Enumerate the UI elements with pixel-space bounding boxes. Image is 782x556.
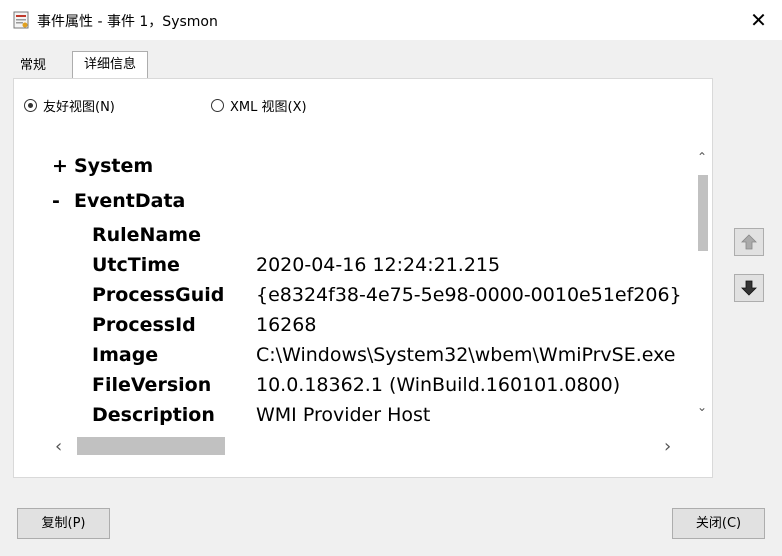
- field-key: FileVersion: [92, 374, 212, 396]
- field-key: Image: [92, 344, 159, 366]
- node-label: System: [74, 155, 154, 177]
- field-value: {e8324f38-4e75-5e98-0000-0010e51ef206}: [256, 284, 682, 306]
- event-details-view[interactable]: + System - EventData RuleName UtcTime 2020…: [34, 131, 696, 434]
- next-event-button[interactable]: [734, 274, 764, 302]
- previous-event-button[interactable]: [734, 228, 764, 256]
- field-value: C:\Windows\System32\wbem\WmiPrvSE.exe: [256, 344, 676, 366]
- arrow-down-icon: [741, 280, 757, 296]
- field-value: 2020-04-16 12:24:21.215: [256, 254, 501, 276]
- scroll-down-chevron-icon[interactable]: ⌄: [697, 400, 707, 414]
- scroll-up-chevron-icon[interactable]: ⌃: [697, 150, 707, 164]
- radio-unchecked-icon: [211, 99, 224, 112]
- xml-view-radio[interactable]: XML 视图(X): [211, 96, 307, 115]
- node-label: EventData: [74, 190, 186, 212]
- field-key: RuleName: [92, 224, 201, 246]
- arrow-up-icon: [741, 234, 757, 250]
- expand-icon: +: [52, 155, 68, 177]
- scroll-left-chevron-icon[interactable]: ‹: [55, 436, 62, 457]
- friendly-view-radio[interactable]: 友好视图(N): [24, 96, 115, 115]
- tab-general[interactable]: 常规: [14, 54, 52, 78]
- window-close-button[interactable]: ✕: [735, 0, 782, 40]
- tree-node-system[interactable]: + System: [52, 155, 153, 177]
- vertical-scroll-thumb[interactable]: [698, 175, 708, 251]
- tree-node-eventdata[interactable]: - EventData: [52, 190, 185, 212]
- collapse-icon: -: [52, 190, 60, 212]
- copy-button[interactable]: 复制(P): [17, 508, 110, 539]
- close-button[interactable]: 关闭(C): [672, 508, 765, 539]
- xml-view-label: XML 视图(X): [230, 100, 307, 115]
- radio-checked-icon: [24, 99, 37, 112]
- field-value: 10.0.18362.1 (WinBuild.160101.0800): [256, 374, 621, 396]
- event-viewer-icon: [13, 11, 29, 29]
- field-key: ProcessGuid: [92, 284, 225, 306]
- field-value: 16268: [256, 314, 317, 336]
- field-key: Description: [92, 404, 215, 426]
- title-bar: 事件属性 - 事件 1，Sysmon ✕: [0, 0, 782, 40]
- tab-details[interactable]: 详细信息: [72, 51, 148, 79]
- close-icon: ✕: [750, 8, 767, 32]
- friendly-view-label: 友好视图(N): [43, 100, 115, 115]
- window-title: 事件属性 - 事件 1，Sysmon: [37, 14, 218, 30]
- field-key: ProcessId: [92, 314, 196, 336]
- scroll-right-chevron-icon[interactable]: ›: [664, 436, 671, 457]
- field-key: UtcTime: [92, 254, 180, 276]
- field-value: WMI Provider Host: [256, 404, 431, 426]
- horizontal-scroll-thumb[interactable]: [77, 437, 225, 455]
